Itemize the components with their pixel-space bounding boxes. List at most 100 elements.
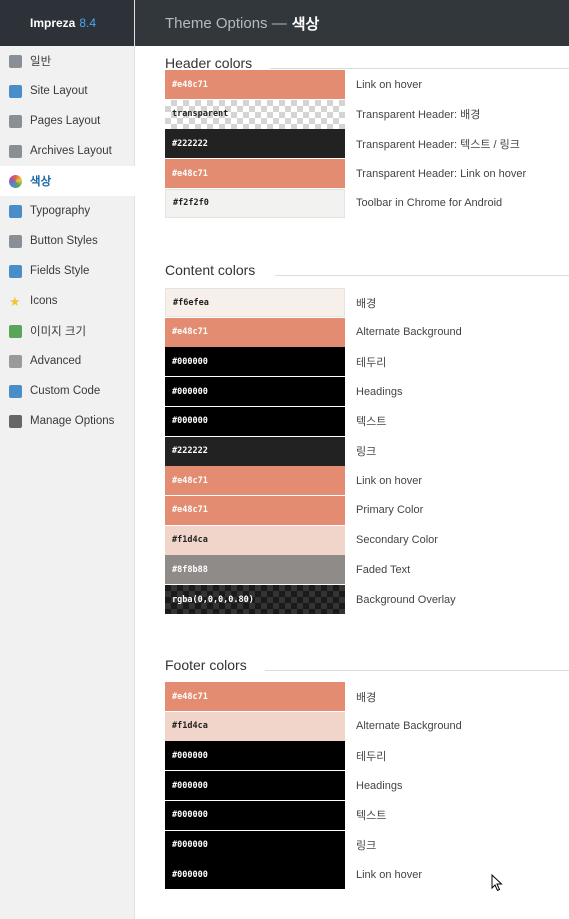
sidebar-item-label: 이미지 크기 [30, 326, 87, 338]
sidebar-item-label: Icons [30, 295, 58, 307]
color-option-row: #e48c71 Transparent Header: Link on hover [165, 159, 569, 189]
section-title: Content colors [165, 262, 266, 278]
color-option-label: 테두리 [356, 356, 387, 369]
color-swatch-input[interactable]: #e48c71 [165, 682, 345, 711]
color-swatch-input[interactable]: #f1d4ca [165, 525, 345, 555]
color-option-label: 테두리 [356, 750, 387, 763]
sidebar-item-general[interactable]: 일반 [0, 46, 134, 76]
color-option-label: Background Overlay [356, 593, 456, 606]
color-swatch-input[interactable]: rgba(0,0,0,0.80) [165, 585, 345, 614]
color-swatch-input[interactable]: #000000 [165, 830, 345, 860]
sidebar-item-label: Pages Layout [30, 115, 101, 127]
color-option-row: #000000 텍스트 [165, 800, 569, 830]
section-title: Header colors [165, 55, 263, 71]
color-swatch-input[interactable]: #f1d4ca [165, 711, 345, 741]
color-swatch-input[interactable]: #e48c71 [165, 159, 345, 189]
color-swatch-input[interactable]: #000000 [165, 771, 345, 801]
color-option-label: Primary Color [356, 504, 424, 517]
section-divider [270, 68, 569, 69]
color-swatch-input[interactable]: #000000 [165, 377, 345, 407]
color-option-label: Transparent Header: 배경 [356, 109, 481, 122]
sidebar-item-label: Fields Style [30, 265, 90, 277]
typography-icon [9, 204, 22, 218]
mouse-cursor-icon [491, 874, 503, 892]
color-option-label: Transparent Header: Link on hover [356, 167, 527, 180]
color-option-label: 텍스트 [356, 810, 387, 823]
color-swatch-input[interactable]: #000000 [165, 347, 345, 377]
sidebar-item-label: Custom Code [30, 385, 101, 397]
color-swatch-input[interactable]: #e48c71 [165, 317, 345, 347]
color-option-row: #000000 테두리 [165, 741, 569, 771]
color-option-row: #e48c71 배경 [165, 682, 569, 711]
color-option-row: #e48c71 Link on hover [165, 70, 569, 99]
star-icon: ★ [9, 293, 21, 309]
sidebar-item-site-layout[interactable]: Site Layout [0, 76, 134, 106]
gear-icon [9, 354, 22, 368]
sidebar-item-pages-layout[interactable]: Pages Layout [0, 106, 134, 136]
color-swatch-input[interactable]: #8f8b88 [165, 555, 345, 585]
sidebar: Impreza 8.4 일반 Site Layout Pages Layout Arc… [0, 0, 135, 919]
color-option-label: 텍스트 [356, 416, 387, 429]
sidebar-item-label: Button Styles [30, 235, 98, 247]
color-option-row: #e48c71 Primary Color [165, 495, 569, 525]
colors-icon [9, 174, 22, 188]
page-title-current: 색상 [291, 15, 320, 33]
color-option-label: Link on hover [356, 78, 423, 91]
sidebar-item-star[interactable]: ★ Icons [0, 286, 134, 316]
sidebar-item-fields-style[interactable]: Fields Style [0, 256, 134, 286]
color-swatch-input[interactable]: #222222 [165, 129, 345, 159]
color-swatch-input[interactable]: #000000 [165, 860, 345, 890]
sidebar-item-typography[interactable]: Typography [0, 196, 134, 226]
sidebar-item-archives-layout[interactable]: Archives Layout [0, 136, 134, 166]
color-swatch-input[interactable]: #222222 [165, 436, 345, 466]
color-option-label: Alternate Background [356, 720, 462, 733]
color-option-row: #f6efea 배경 [165, 288, 569, 317]
color-option-row: #000000 링크 [165, 830, 569, 860]
archives-layout-icon [9, 144, 22, 158]
sidebar-item-manage-options[interactable]: Manage Options [0, 406, 134, 436]
color-swatch-input[interactable]: #e48c71 [165, 466, 345, 496]
page-title-prefix: Theme Options — [165, 14, 287, 32]
color-option-label: 링크 [356, 840, 377, 852]
sidebar-item-label: Archives Layout [30, 145, 112, 157]
sidebar-item-gear[interactable]: Advanced [0, 346, 134, 376]
color-swatch-input[interactable]: #e48c71 [165, 495, 345, 525]
manage-options-icon [9, 414, 22, 428]
sidebar-item-image-sizes[interactable]: 이미지 크기 [0, 316, 134, 346]
brand-version: 8.4 [79, 16, 97, 30]
color-swatch-input[interactable]: #000000 [165, 800, 345, 830]
color-swatch-input[interactable]: #f2f2f0 [165, 188, 345, 218]
code-icon [9, 384, 22, 398]
color-option-label: Headings [356, 779, 403, 792]
sidebar-nav: 일반 Site Layout Pages Layout Archives Layout… [0, 46, 135, 436]
section-divider [275, 275, 569, 276]
color-option-row: #222222 링크 [165, 436, 569, 466]
color-option-label: 링크 [356, 446, 377, 458]
color-option-row: #f1d4ca Alternate Background [165, 711, 569, 741]
color-option-label: Toolbar in Chrome for Android [356, 197, 503, 210]
sidebar-item-colors[interactable]: 색상 [0, 166, 135, 196]
button-styles-icon [9, 234, 22, 248]
fields-style-icon [9, 264, 22, 278]
sidebar-item-label: 색상 [30, 176, 52, 188]
section-title: Footer colors [165, 657, 257, 673]
color-swatch-input[interactable]: #f6efea [165, 288, 345, 317]
color-option-label: Transparent Header: 텍스트 / 링크 [356, 138, 520, 151]
color-option-label: Secondary Color [356, 534, 438, 547]
sidebar-item-label: Typography [30, 205, 91, 217]
section-divider [265, 670, 569, 671]
sidebar-item-button-styles[interactable]: Button Styles [0, 226, 134, 256]
brand-name: Impreza [30, 16, 76, 30]
sidebar-item-code[interactable]: Custom Code [0, 376, 134, 406]
color-option-row: #000000 테두리 [165, 347, 569, 377]
color-swatch-input[interactable]: transparent [165, 99, 345, 129]
color-swatch-input[interactable]: #000000 [165, 406, 345, 436]
color-option-row: #e48c71 Alternate Background [165, 317, 569, 347]
color-swatch-input[interactable]: #000000 [165, 741, 345, 771]
site-layout-icon [9, 84, 22, 98]
color-swatch-input[interactable]: #e48c71 [165, 70, 345, 99]
sidebar-item-label: Manage Options [30, 415, 115, 427]
page-header: Theme Options — 색상 [135, 0, 569, 46]
pages-layout-icon [9, 114, 22, 128]
sidebar-item-label: 일반 [30, 56, 52, 68]
